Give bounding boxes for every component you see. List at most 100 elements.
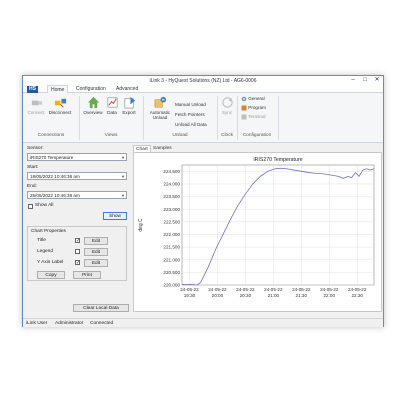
- disconnect-button[interactable]: Disconnect: [48, 96, 72, 115]
- title-bar: iLink 3 - HyQuest Solutions (NZ) Ltd - A…: [23, 76, 383, 85]
- export-label: Export: [122, 110, 136, 115]
- unplug-icon: [54, 98, 66, 108]
- overview-label: Overview: [83, 110, 103, 115]
- x-tick-time: 20:30: [240, 293, 252, 298]
- status-user-label: iLink User: [26, 321, 48, 326]
- prop-yaxis-checkbox[interactable]: ✓: [75, 260, 80, 266]
- connect-button[interactable]: Connect: [26, 96, 46, 115]
- chevron-down-icon: ▼: [121, 193, 125, 198]
- app-window: iLink 3 - HyQuest Solutions (NZ) Ltd - A…: [22, 75, 384, 327]
- minimize-button[interactable]: –: [347, 76, 359, 85]
- clear-local-data-button[interactable]: Clear Local Data: [73, 304, 129, 312]
- chart-title: iRIS270 Temperature: [254, 157, 303, 163]
- connect-label: Connect: [27, 110, 45, 115]
- prop-yaxis-edit-button[interactable]: Edit: [84, 259, 108, 267]
- group-views: Views: [104, 133, 118, 138]
- ribbon: Connect Disconnect Connections Overview …: [23, 93, 383, 143]
- chevron-down-icon: ▼: [121, 174, 125, 179]
- status-bar: iLink User Administrator Connected: [23, 318, 383, 327]
- ribbon-tab-bar: HS Home Configuration Advanced: [23, 85, 383, 93]
- plug-icon: [31, 100, 42, 106]
- show-button[interactable]: Show: [103, 212, 127, 220]
- x-tick-time: 21:30: [296, 293, 308, 298]
- x-tick-time: 22:00: [324, 293, 336, 298]
- status-user: Administrator: [55, 321, 84, 326]
- separator: [278, 96, 279, 140]
- y-tick-label: 221.500: [163, 245, 180, 250]
- show-all-checkbox[interactable]: [28, 204, 33, 209]
- separator: [79, 96, 80, 140]
- prop-legend-edit-button[interactable]: Edit: [84, 248, 108, 256]
- x-tick-date: 24-05-22: [236, 287, 255, 292]
- export-button[interactable]: Export: [120, 96, 138, 115]
- y-tick-label: 224.500: [163, 169, 180, 174]
- program-button[interactable]: Program: [241, 105, 266, 111]
- general-button[interactable]: General: [241, 96, 265, 102]
- sync-label: Sync: [221, 110, 233, 115]
- tab-samples[interactable]: Samples: [151, 145, 174, 152]
- data-button[interactable]: Data: [105, 96, 119, 115]
- automatic-unload-button[interactable]: Automatic Unload: [147, 96, 173, 120]
- end-date-picker[interactable]: 25/05/2022 10:46:36 am ▼: [27, 191, 127, 199]
- x-tick-date: 24-05-22: [320, 287, 339, 292]
- x-tick-date: 24-05-22: [208, 287, 227, 292]
- unload-label: Unload: [152, 115, 168, 120]
- y-tick-label: 222.500: [163, 219, 180, 224]
- prop-title-checkbox[interactable]: ✓: [75, 238, 80, 244]
- sensor-label: Sensor:: [27, 146, 44, 151]
- print-button[interactable]: Print: [73, 271, 101, 279]
- export-icon: [124, 96, 135, 109]
- gear-icon: [241, 96, 247, 102]
- automatic-unload-icon: [154, 96, 166, 108]
- group-unload: Unload: [172, 133, 188, 138]
- tab-home[interactable]: Home: [47, 85, 69, 93]
- terminal-icon: [241, 114, 247, 120]
- terminal-label: Terminal: [248, 114, 266, 120]
- close-button[interactable]: ✕: [371, 76, 383, 85]
- prop-title-label: Title: [37, 238, 46, 243]
- program-label: Program: [248, 105, 266, 111]
- line-chart: iRIS270 Temperature 224.500 224.000 223.500…: [138, 157, 375, 298]
- y-axis-label: deg C: [138, 218, 144, 232]
- tab-chart[interactable]: Chart: [133, 145, 151, 152]
- tab-configuration[interactable]: Configuration: [73, 85, 109, 93]
- tab-advanced[interactable]: Advanced: [113, 85, 141, 93]
- prop-legend-checkbox[interactable]: [75, 249, 80, 254]
- y-tick-label: 220.500: [163, 270, 180, 275]
- start-value: 18/05/2022 10:46:36 am: [30, 174, 80, 179]
- unload-all-data-button[interactable]: Unload All Data: [175, 122, 207, 127]
- sync-button[interactable]: Sync: [220, 96, 234, 115]
- data-label: Data: [107, 110, 117, 115]
- sync-icon: [221, 97, 233, 108]
- end-label: End:: [27, 184, 37, 189]
- overview-button[interactable]: Overview: [82, 96, 104, 115]
- end-value: 25/05/2022 10:46:36 am: [30, 193, 80, 198]
- y-tick-label: 222.000: [163, 232, 180, 237]
- left-panel: Sensor: iRIS270 Temperature ▼ Start: 18/…: [27, 146, 129, 312]
- prop-legend-label: Legend: [37, 249, 54, 254]
- sensor-select[interactable]: iRIS270 Temperature ▼: [27, 153, 127, 161]
- y-tick-label: 223.000: [163, 207, 180, 212]
- start-date-picker[interactable]: 18/05/2022 10:46:36 am ▼: [27, 172, 127, 180]
- sensor-value: iRIS270 Temperature: [30, 155, 74, 160]
- copy-button[interactable]: Copy: [37, 271, 65, 279]
- x-tick-time: 19:30: [184, 293, 196, 298]
- fetch-pointers-button[interactable]: Fetch Pointers: [175, 112, 205, 117]
- chart-panel: Chart Samples iRIS270 Temperature 224.500…: [133, 145, 382, 312]
- chart-properties-title: Chart Properties: [31, 229, 66, 234]
- data-icon: [107, 97, 117, 108]
- prop-yaxis-label: Y Axis Label: [37, 260, 64, 265]
- terminal-button[interactable]: Terminal: [241, 114, 266, 120]
- house-icon: [87, 96, 99, 109]
- app-logo[interactable]: HS: [27, 86, 38, 93]
- prop-title-edit-button[interactable]: Edit: [84, 237, 108, 245]
- group-clock: Clock: [221, 133, 233, 138]
- maximize-button[interactable]: □: [359, 76, 371, 85]
- y-tick-label: 220.000: [163, 283, 180, 288]
- x-tick-time: 20:00: [212, 293, 224, 298]
- x-tick-time: 21:00: [268, 293, 280, 298]
- y-tick-label: 221.000: [163, 257, 180, 262]
- y-tick-label: 223.500: [163, 194, 180, 199]
- window-title: iLink 3 - HyQuest Solutions (NZ) Ltd - A…: [149, 77, 257, 84]
- manual-unload-button[interactable]: Manual Unload: [175, 102, 206, 107]
